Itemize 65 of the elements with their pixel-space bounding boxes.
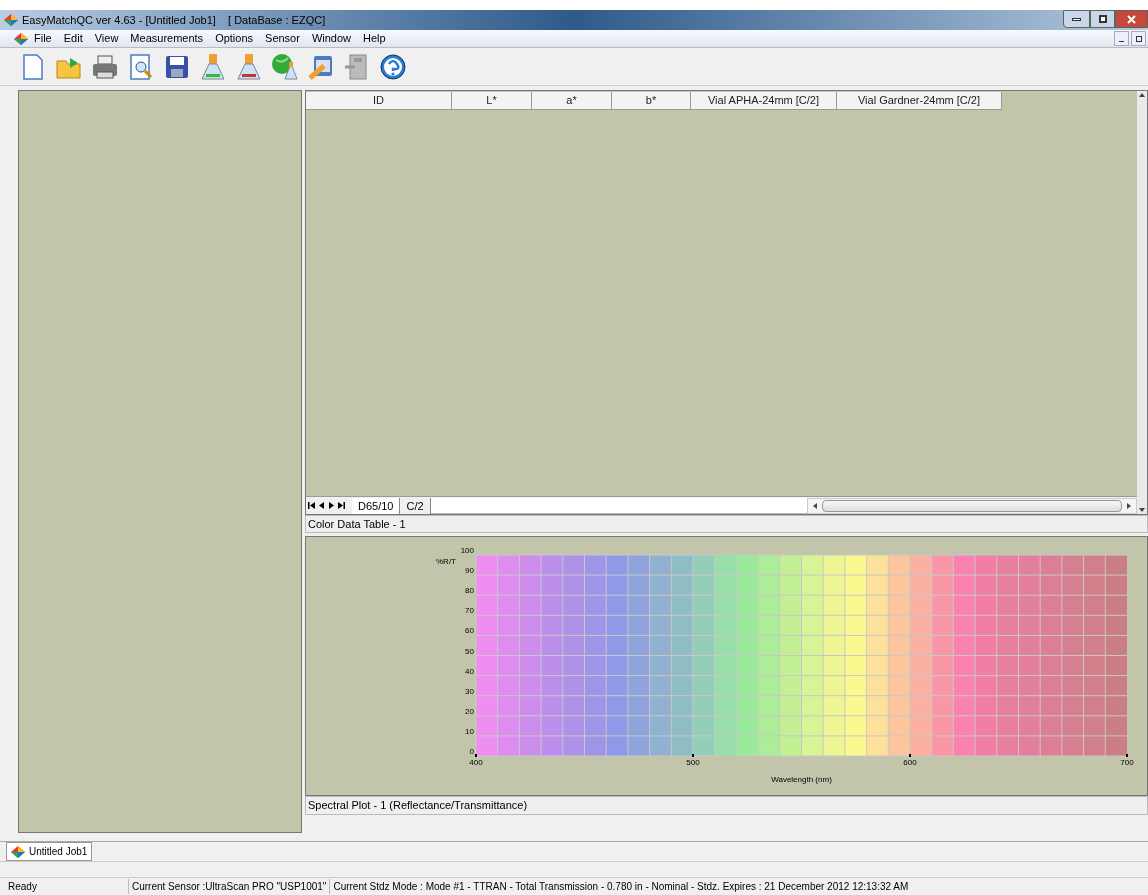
close-button[interactable] xyxy=(1115,10,1148,28)
y-tick-label: 40 xyxy=(465,666,474,676)
tick-mark xyxy=(909,753,911,758)
globe-flask-icon xyxy=(270,51,300,82)
column-header[interactable]: Vial Gardner-24mm [C/2] xyxy=(837,92,1002,110)
column-header[interactable]: a* xyxy=(532,92,612,110)
menu-item[interactable]: Help xyxy=(357,30,392,47)
sheet-tab[interactable]: D65/10 xyxy=(352,497,401,514)
flask-icon xyxy=(198,51,228,82)
status-text: Ready xyxy=(7,880,38,894)
document-tab[interactable]: Untitled Job1 xyxy=(6,842,93,861)
column-header[interactable]: L* xyxy=(452,92,532,110)
panel-caption: Color Data Table - 1 xyxy=(308,516,406,532)
window-title: EasyMatchQC ver 4.63 - [Untitled Job1] [ DataBase : EZQC] xyxy=(22,12,326,28)
horizontal-scrollbar[interactable] xyxy=(807,497,1137,514)
y-tick-label: 30 xyxy=(465,686,474,696)
menu-item[interactable]: Measurements xyxy=(124,30,210,47)
y-tick-label: 70 xyxy=(465,606,474,616)
flask-icon xyxy=(234,51,264,82)
minimize-button[interactable] xyxy=(1063,10,1090,28)
left-arrow-icon xyxy=(318,502,325,509)
menu-logo-icon xyxy=(14,32,28,45)
x-tick-label: 500 xyxy=(686,758,700,767)
y-axis-label: %R/T xyxy=(436,557,456,566)
column-header[interactable]: ID xyxy=(306,92,452,110)
down-arrow-icon xyxy=(1138,506,1146,514)
restore-button[interactable] xyxy=(1090,10,1115,28)
vertical-scrollbar[interactable] xyxy=(1137,91,1147,514)
status-text: Current Sensor :UltraScan PRO "USP1001" xyxy=(128,879,330,894)
y-tick-label: 10 xyxy=(465,726,474,736)
column-header[interactable]: Vial APHA-24mm [C/2] xyxy=(691,92,837,110)
y-tick-label: 100 xyxy=(460,546,474,555)
help-icon xyxy=(378,51,408,82)
x-axis-label: Wavelength (nm) xyxy=(771,775,832,784)
y-tick-label: 90 xyxy=(465,566,474,576)
menu-item[interactable]: Window xyxy=(305,30,358,47)
up-arrow-icon xyxy=(1138,91,1146,99)
menu-item[interactable]: Edit xyxy=(57,30,89,47)
x-tick-label: 400 xyxy=(469,758,483,767)
close-icon xyxy=(1127,14,1136,24)
y-tick-label: 80 xyxy=(465,586,474,596)
restore-button[interactable] xyxy=(1131,31,1146,46)
left-arrow-icon xyxy=(308,502,315,509)
y-tick-label: 60 xyxy=(465,626,474,636)
job-icon xyxy=(11,845,25,858)
tick-mark xyxy=(1126,753,1128,758)
tick-mark xyxy=(475,753,477,758)
column-header[interactable]: b* xyxy=(612,92,691,110)
menu-item[interactable]: Options xyxy=(209,30,260,47)
x-tick-label: 600 xyxy=(903,758,917,767)
menu-item[interactable]: Sensor xyxy=(259,30,306,47)
tick-mark xyxy=(692,753,694,758)
right-arrow-icon xyxy=(338,502,345,509)
menu-item[interactable]: File xyxy=(28,30,58,47)
status-text: Current Stdz Mode : Mode #1 - TTRAN - Total Transmission - 0.780 in - Nominal - Stdz. Expires : 21 December 2012 12:13:32 AM xyxy=(329,879,912,894)
y-tick-label: 0 xyxy=(469,747,474,756)
y-tick-label: 20 xyxy=(465,706,474,716)
x-tick-label: 700 xyxy=(1120,758,1134,767)
toolbar-button[interactable] xyxy=(378,51,408,82)
logo-icon xyxy=(4,14,18,26)
right-arrow-icon xyxy=(328,502,335,509)
toolbar-button[interactable] xyxy=(234,51,264,82)
y-tick-label: 50 xyxy=(465,646,474,656)
menu-item[interactable]: View xyxy=(88,30,125,47)
panel-caption: Spectral Plot - 1 (Reflectance/Transmittance) xyxy=(308,798,528,814)
